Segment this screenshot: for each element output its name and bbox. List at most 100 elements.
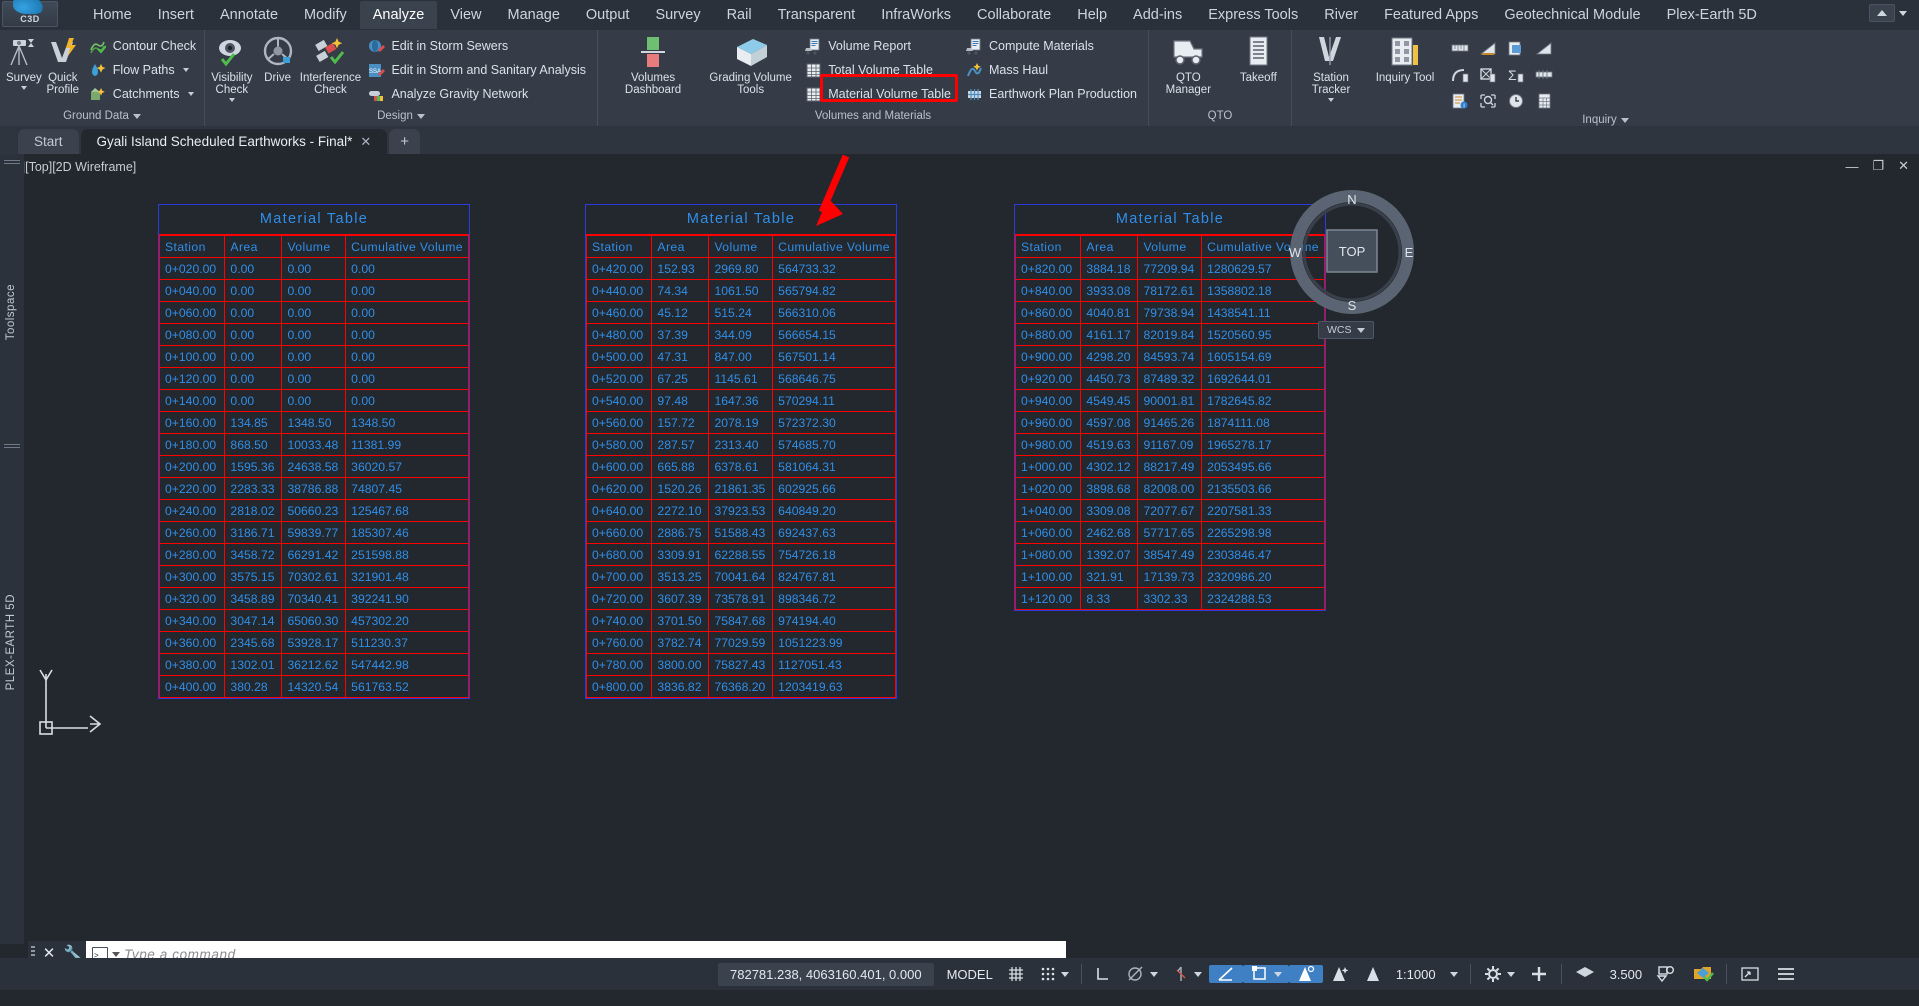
table-row[interactable]: 1+120.00 8.33 3302.33 2324288.53	[1014, 587, 1325, 610]
ribbon-tab-analyze[interactable]: Analyze	[359, 1, 438, 29]
annotation-scale-selector[interactable]: 1:1000	[1389, 967, 1443, 982]
customization-button[interactable]	[1522, 965, 1556, 983]
chevron-down-icon[interactable]	[1060, 971, 1069, 977]
toolspace-grip[interactable]	[4, 160, 20, 166]
angle-measure-icon[interactable]	[1530, 36, 1558, 62]
document-tab-add[interactable]: +	[389, 129, 421, 154]
table-row[interactable]: 0+640.00 2272.10 37923.53 640849.20	[585, 499, 896, 522]
ribbon-tab-rail[interactable]: Rail	[714, 1, 765, 29]
chevron-down-icon[interactable]	[1620, 117, 1629, 123]
table-row[interactable]: 0+280.00 3458.72 66291.42 251598.88	[158, 543, 469, 566]
workspace-switch-button[interactable]	[1476, 965, 1522, 983]
table-row[interactable]: 0+420.00 152.93 2969.80 564733.32	[585, 257, 896, 280]
table-row[interactable]: 0+620.00 1520.26 21861.35 602925.66	[585, 477, 896, 500]
table-row[interactable]: 0+260.00 3186.71 59839.77 185307.46	[158, 521, 469, 544]
ribbon-button-flow-paths[interactable]: Flow Paths	[84, 59, 201, 81]
table-row[interactable]: 0+040.00 0.00 0.00 0.00	[158, 279, 469, 302]
list-inquiry-icon[interactable]: i	[1446, 88, 1474, 114]
ribbon-button-material-volume-table[interactable]: Material Volume Table	[799, 83, 956, 105]
area-inquiry-icon[interactable]	[1474, 62, 1502, 88]
material-table-2[interactable]: Material Table Station Area Volume Cumulativ…	[585, 204, 897, 699]
chevron-down-icon[interactable]	[228, 98, 235, 102]
ribbon-button-takeoff[interactable]: Takeoff	[1232, 32, 1285, 84]
curve-inquiry-icon[interactable]	[1446, 62, 1474, 88]
table-row[interactable]: 0+580.00 287.57 2313.40 574685.70	[585, 433, 896, 456]
table-row[interactable]: 0+520.00 67.25 1145.61 568646.75	[585, 367, 896, 390]
viewport-label[interactable]: [-][Top][2D Wireframe]	[14, 160, 136, 174]
ribbon-tab-insert[interactable]: Insert	[145, 1, 207, 29]
ribbon-tab-output[interactable]: Output	[573, 1, 643, 29]
annotation-scale-caret[interactable]	[1443, 971, 1465, 977]
table-row[interactable]: 0+540.00 97.48 1647.36 570294.11	[585, 389, 896, 412]
ribbon-tab-geotechnical-module[interactable]: Geotechnical Module	[1491, 1, 1653, 29]
table-row[interactable]: 0+360.00 2345.68 53928.17 511230.37	[158, 631, 469, 654]
ribbon-tab-modify[interactable]: Modify	[291, 1, 360, 29]
chevron-down-icon[interactable]	[112, 951, 120, 957]
ribbon-button-mass-haul[interactable]: Mass Haul	[960, 59, 1142, 81]
chevron-down-icon[interactable]	[1273, 971, 1282, 977]
table-row[interactable]: 0+560.00 157.72 2078.19 572372.30	[585, 411, 896, 434]
ribbon-button-compute-materials[interactable]: Compute Materials	[960, 35, 1142, 57]
close-icon[interactable]: ✕	[1898, 158, 1909, 174]
chevron-down-icon[interactable]	[1193, 971, 1202, 977]
table-row[interactable]: 0+380.00 1302.01 36212.62 547442.98	[158, 653, 469, 676]
table-row[interactable]: 0+920.00 4450.73 87489.32 1692644.01	[1014, 367, 1325, 390]
ribbon-button-volumes-dashboard[interactable]: Volumes Dashboard	[604, 32, 702, 96]
ribbon-button-interference-check[interactable]: Interference Check	[300, 32, 361, 96]
table-row[interactable]: 0+100.00 0.00 0.00 0.00	[158, 345, 469, 368]
ribbon-button-inquiry-tool[interactable]: Inquiry Tool	[1372, 32, 1438, 84]
plexearth-panel-label[interactable]: PLEX-EARTH 5D	[5, 594, 17, 690]
material-table-3[interactable]: Material Table Station Area Volume Cumulativ…	[1014, 204, 1326, 611]
ribbon-tab-view[interactable]: View	[437, 1, 494, 29]
table-row[interactable]: 0+020.00 0.00 0.00 0.00	[158, 257, 469, 280]
table-row[interactable]: 0+840.00 3933.08 78172.61 1358802.18	[1014, 279, 1325, 302]
document-tab-start[interactable]: Start	[18, 129, 79, 154]
ribbon-button-drive[interactable]: Drive	[257, 32, 299, 84]
close-icon[interactable]: ✕	[360, 134, 371, 150]
table-row[interactable]: 0+700.00 3513.25 70041.64 824767.81	[585, 565, 896, 588]
table-row[interactable]: 0+720.00 3607.39 73578.91 898346.72	[585, 587, 896, 610]
ribbon-button-qto-manager[interactable]: QTO Manager	[1155, 32, 1222, 96]
chevron-down-icon[interactable]	[1149, 971, 1158, 977]
chevron-down-icon[interactable]	[1899, 10, 1907, 16]
lineweight-value[interactable]: 3.500	[1603, 967, 1650, 982]
table-row[interactable]: 0+180.00 868.50 10033.48 11381.99	[158, 433, 469, 456]
chevron-down-icon[interactable]	[182, 68, 189, 72]
chevron-down-icon[interactable]	[20, 86, 27, 90]
surface-inquiry-icon[interactable]	[1502, 36, 1530, 62]
ribbon-tab-plex-earth-5d[interactable]: Plex-Earth 5D	[1654, 1, 1770, 29]
table-row[interactable]: 0+820.00 3884.18 77209.94 1280629.57	[1014, 257, 1325, 280]
ribbon-tab-annotate[interactable]: Annotate	[207, 1, 291, 29]
viewcube[interactable]: TOP N S E W	[1283, 190, 1421, 323]
table-row[interactable]: 1+080.00 1392.07 38547.49 2303846.47	[1014, 543, 1325, 566]
table-row[interactable]: 0+120.00 0.00 0.00 0.00	[158, 367, 469, 390]
table-row[interactable]: 0+320.00 3458.89 70340.41 392241.90	[158, 587, 469, 610]
table-row[interactable]: 0+680.00 3309.91 62288.55 754726.18	[585, 543, 896, 566]
time-inquiry-icon[interactable]	[1502, 88, 1530, 114]
linear-distance-icon[interactable]	[1446, 36, 1474, 62]
ribbon-tab-river[interactable]: River	[1311, 1, 1371, 29]
table-row[interactable]: 0+240.00 2818.02 50660.23 125467.68	[158, 499, 469, 522]
chevron-down-icon[interactable]	[187, 92, 194, 96]
table-row[interactable]: 0+940.00 4549.45 90001.81 1782645.82	[1014, 389, 1325, 412]
table-row[interactable]: 0+900.00 4298.20 84593.74 1605154.69	[1014, 345, 1325, 368]
object-snap-button[interactable]	[1208, 965, 1243, 983]
table-row[interactable]: 0+880.00 4161.17 82019.84 1520560.95	[1014, 323, 1325, 346]
table-row[interactable]: 0+660.00 2886.75 51588.43 692437.63	[585, 521, 896, 544]
table-row[interactable]: 0+480.00 37.39 344.09 566654.15	[585, 323, 896, 346]
table-row[interactable]: 0+760.00 3782.74 77029.59 1051223.99	[585, 631, 896, 654]
show-annotation-objects-button[interactable]	[1242, 965, 1289, 983]
plexearth-grip[interactable]	[4, 444, 20, 450]
model-space-button[interactable]: MODEL	[940, 967, 1000, 982]
table-row[interactable]: 0+300.00 3575.15 70302.61 321901.48	[158, 565, 469, 588]
ortho-mode-button[interactable]	[1087, 965, 1119, 983]
ribbon-button-catchments[interactable]: Catchments	[84, 83, 201, 105]
ribbon-tab-help[interactable]: Help	[1064, 1, 1120, 29]
table-row[interactable]: 0+200.00 1595.36 24638.58 36020.57	[158, 455, 469, 478]
restore-icon[interactable]: ❐	[1872, 158, 1884, 174]
hardware-acceleration-button[interactable]	[1685, 965, 1721, 983]
table-row[interactable]: 1+020.00 3898.68 82008.00 2135503.66	[1014, 477, 1325, 500]
ribbon-minimize-button[interactable]	[1869, 4, 1895, 22]
ribbon-tab-infraworks[interactable]: InfraWorks	[868, 1, 964, 29]
calculator-icon[interactable]	[1530, 88, 1558, 114]
